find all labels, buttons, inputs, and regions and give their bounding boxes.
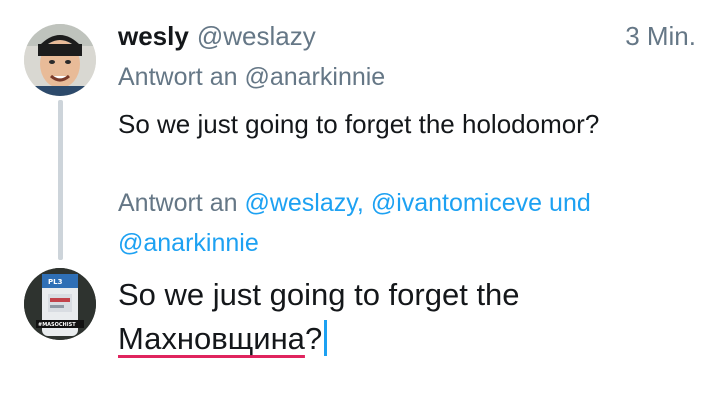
tweet-body: So we just going to forget the holodomor…: [118, 109, 600, 139]
draft-text: So we just going to forget the: [118, 277, 520, 312]
text-caret: [324, 320, 328, 356]
user-handle[interactable]: @weslazy: [197, 21, 316, 51]
composer-replying-to: Antwort an @weslazy, @ivantomiceve und @…: [118, 183, 698, 263]
avatar-bottle-icon: PL3 #MASOCHIST: [24, 268, 96, 340]
draft-misspelled-word[interactable]: Махновщина: [118, 321, 305, 356]
mention-link[interactable]: @ivantomiceve: [371, 189, 542, 217]
mention-link[interactable]: @weslazy,: [244, 189, 363, 217]
reply-tweet-header: wesly @weslazy: [118, 19, 316, 53]
avatar-badge: #MASOCHIST: [38, 322, 76, 328]
replying-to-line: Antwort an @anarkinnie: [118, 60, 385, 94]
composer-avatar[interactable]: PL3 #MASOCHIST: [24, 268, 96, 340]
display-name[interactable]: wesly: [118, 21, 189, 51]
bottle-label: PL3: [48, 278, 63, 286]
thread-connector-line: [58, 100, 63, 260]
draft-text-end: ?: [304, 321, 323, 356]
reply-author-avatar[interactable]: [24, 24, 96, 96]
composer-replying-label: Antwort an: [118, 189, 238, 217]
replying-to-handle: @anarkinnie: [244, 63, 386, 91]
reply-composer-input[interactable]: So we just going to forget the Махновщин…: [118, 273, 678, 361]
replying-to-label: Antwort an: [118, 63, 238, 91]
mention-link[interactable]: @anarkinnie: [118, 229, 259, 257]
tweet-timestamp[interactable]: 3 Min.: [625, 19, 696, 53]
mention-connector[interactable]: und: [549, 189, 591, 217]
avatar-photo-icon: [24, 24, 96, 96]
